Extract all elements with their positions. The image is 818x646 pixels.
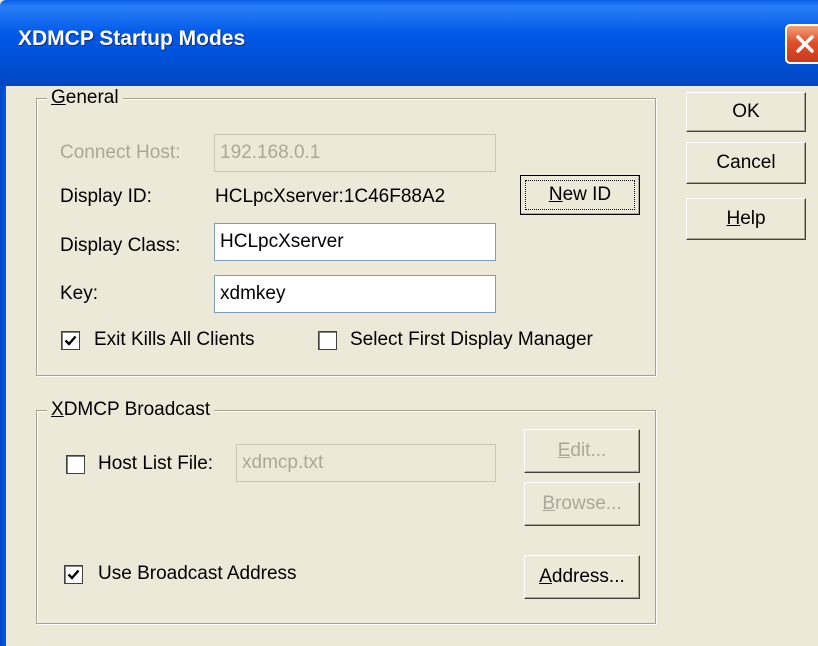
window-frame-left — [0, 86, 6, 646]
ok-button[interactable]: OK — [686, 92, 806, 132]
new-id-button[interactable]: New ID — [520, 175, 640, 215]
display-class-label: Display Class: — [60, 235, 181, 256]
use-broadcast-label[interactable]: Use Broadcast Address — [98, 562, 297, 586]
cancel-button[interactable]: Cancel — [686, 142, 806, 184]
window-title: XDMCP Startup Modes — [18, 27, 246, 50]
close-icon — [796, 35, 814, 53]
connect-host-field[interactable]: 192.168.0.1 — [214, 134, 496, 172]
help-button[interactable]: Help — [686, 198, 806, 240]
broadcast-legend: XDMCP Broadcast — [47, 400, 215, 420]
address-button[interactable]: Address... — [524, 555, 640, 599]
general-legend: General — [47, 88, 123, 108]
close-button[interactable] — [785, 24, 818, 64]
host-list-checkbox[interactable] — [66, 455, 85, 474]
display-id-label: Display ID: — [60, 186, 152, 207]
edit-button[interactable]: Edit... — [524, 429, 640, 473]
title-bar[interactable]: XDMCP Startup Modes — [0, 0, 818, 86]
select-first-checkbox[interactable] — [318, 331, 337, 350]
checkmark-icon — [64, 335, 77, 346]
dialog-window: XDMCP Startup Modes General Connect Host… — [0, 0, 818, 646]
select-first-label[interactable]: Select First Display Manager — [350, 328, 593, 352]
host-list-label[interactable]: Host List File: — [98, 452, 213, 476]
use-broadcast-checkbox[interactable] — [64, 565, 83, 584]
exit-kills-label[interactable]: Exit Kills All Clients — [94, 328, 255, 352]
connect-host-label: Connect Host: — [60, 142, 181, 163]
host-list-field[interactable]: xdmcp.txt — [236, 444, 496, 482]
key-label: Key: — [60, 283, 99, 304]
key-field[interactable]: xdmkey — [214, 275, 496, 313]
focus-ring — [525, 180, 635, 210]
display-class-field[interactable]: HCLpcXserver — [214, 223, 496, 261]
display-id-value: HCLpcXserver:1C46F88A2 — [215, 186, 446, 207]
exit-kills-checkbox[interactable] — [61, 331, 80, 350]
browse-button[interactable]: Browse... — [524, 482, 640, 526]
checkmark-icon — [67, 569, 80, 580]
